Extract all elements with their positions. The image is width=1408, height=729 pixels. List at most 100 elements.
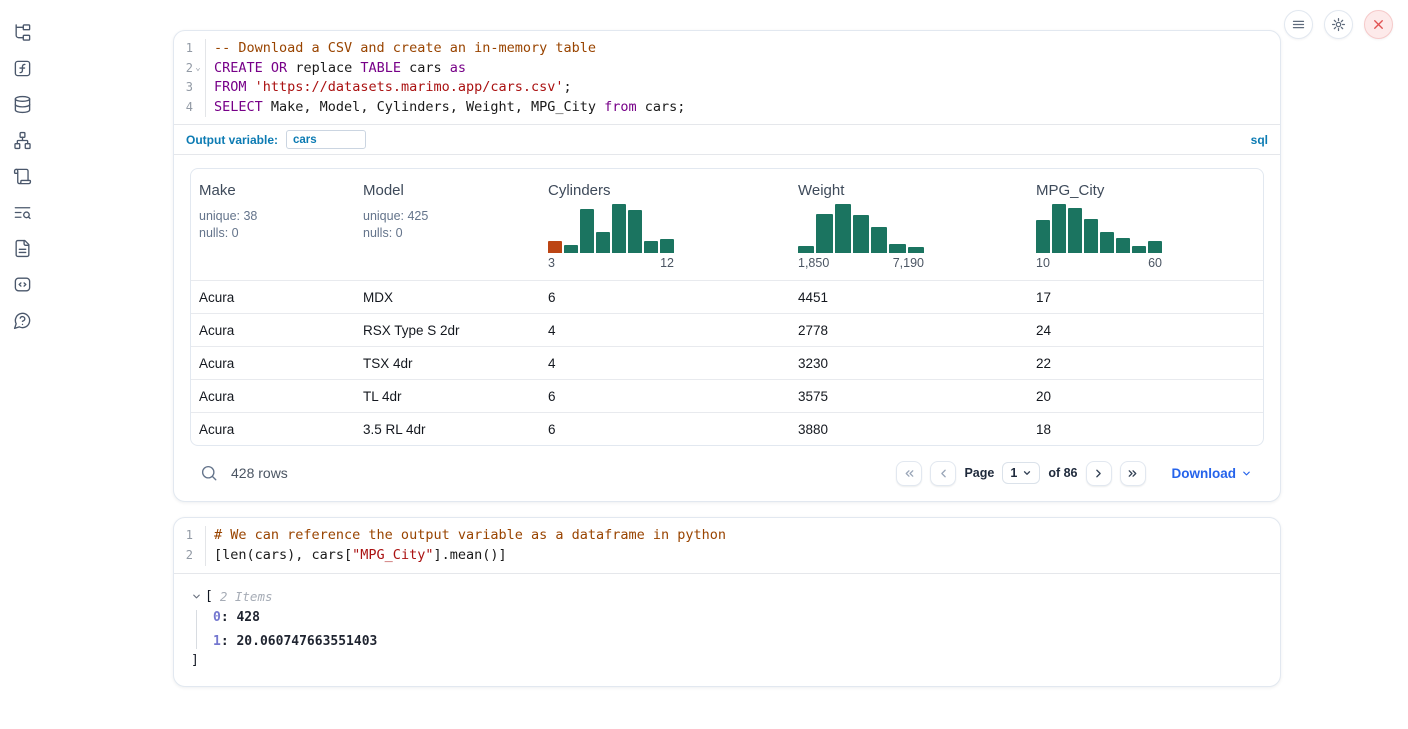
prev-page-button[interactable]	[930, 461, 956, 486]
table-cell: Acura	[191, 422, 355, 437]
collapse-chevron-icon[interactable]	[191, 591, 202, 602]
table-cell: Acura	[191, 323, 355, 338]
page-select-value: 1	[1010, 466, 1017, 480]
histogram-bar	[835, 204, 851, 253]
histogram-bar	[853, 215, 869, 253]
shutdown-button[interactable]	[1364, 10, 1393, 39]
table-cell: 2778	[790, 323, 1028, 338]
sidebar	[0, 0, 44, 729]
first-page-button[interactable]	[896, 461, 922, 486]
output-list-item: 0: 428	[213, 610, 1264, 625]
fold-chevron-icon[interactable]: ⌄	[193, 59, 203, 79]
table-cell: Acura	[191, 356, 355, 371]
column-stats: unique: 38nulls: 0	[199, 208, 347, 241]
histogram-bar	[1084, 219, 1098, 253]
histogram-bar	[580, 209, 594, 253]
table-body: AcuraMDX6445117AcuraRSX Type S 2dr427782…	[191, 280, 1263, 445]
table-cell: 4	[540, 323, 790, 338]
item-value: 20.060747663551403	[236, 634, 377, 649]
file-tree-icon[interactable]	[13, 23, 32, 42]
column-name: Weight	[798, 182, 1020, 199]
histogram-bar	[1100, 232, 1114, 253]
page-label: Page	[964, 466, 994, 480]
close-bracket: ]	[191, 653, 1264, 668]
functions-icon[interactable]	[13, 59, 32, 78]
download-label: Download	[1172, 466, 1237, 481]
code-text: SELECT Make, Model, Cylinders, Weight, M…	[206, 98, 685, 118]
pagination: Page 1 of 86 Download	[896, 461, 1260, 486]
table-cell: 24	[1028, 323, 1263, 338]
column-name: Model	[363, 182, 532, 199]
python-output-area: [ 2 Items 0: 4281: 20.060747663551403 ]	[174, 574, 1280, 686]
histogram-bar	[1052, 204, 1066, 253]
items-count-label: 2 Items	[220, 589, 273, 604]
table-header-row: Makeunique: 38nulls: 0Modelunique: 425nu…	[191, 169, 1263, 280]
download-button[interactable]: Download	[1172, 466, 1253, 481]
python-code-editor[interactable]: 1# We can reference the output variable …	[174, 518, 1280, 572]
table-row: AcuraTL 4dr6357520	[191, 379, 1263, 412]
close-icon	[1371, 17, 1386, 32]
scratchpad-icon[interactable]	[13, 167, 32, 186]
line-number-gutter: 1	[174, 39, 206, 59]
chevron-down-icon	[1241, 468, 1252, 479]
sql-code-editor[interactable]: 1-- Download a CSV and create an in-memo…	[174, 31, 1280, 124]
line-number: 4	[186, 98, 193, 118]
table-cell: 6	[540, 422, 790, 437]
last-page-button[interactable]	[1120, 461, 1146, 486]
table-cell: RSX Type S 2dr	[355, 323, 540, 338]
table-row: Acura3.5 RL 4dr6388018	[191, 412, 1263, 445]
python-cell: 1# We can reference the output variable …	[173, 517, 1281, 686]
help-icon[interactable]	[13, 311, 32, 330]
column-header-make[interactable]: Makeunique: 38nulls: 0	[191, 169, 355, 280]
item-index: 0	[213, 610, 221, 625]
snippets-icon[interactable]	[13, 275, 32, 294]
search-icon[interactable]	[200, 464, 218, 482]
histogram-axis-labels: 1060	[1036, 256, 1162, 270]
database-icon[interactable]	[13, 95, 32, 114]
documentation-icon[interactable]	[13, 239, 32, 258]
table-cell: 18	[1028, 422, 1263, 437]
table-cell: 6	[540, 290, 790, 305]
histogram-bar	[889, 244, 905, 253]
table-cell: TSX 4dr	[355, 356, 540, 371]
menu-button[interactable]	[1284, 10, 1313, 39]
column-header-model[interactable]: Modelunique: 425nulls: 0	[355, 169, 540, 280]
output-tree-header: [ 2 Items	[191, 589, 1264, 604]
table-footer: 428 rows Page 1 of 86	[190, 455, 1264, 491]
item-value: 428	[236, 610, 259, 625]
line-number-gutter: 3	[174, 78, 206, 98]
table-cell: 3575	[790, 389, 1028, 404]
histogram-max-label: 7,190	[893, 256, 924, 270]
column-header-weight[interactable]: Weight 1,850 7,190	[790, 169, 1028, 280]
histogram-bar	[1132, 246, 1146, 253]
code-line: 1-- Download a CSV and create an in-memo…	[174, 39, 1280, 59]
line-number-gutter: 2	[174, 546, 206, 566]
page-select[interactable]: 1	[1002, 462, 1040, 484]
column-header-cylinders[interactable]: Cylinders312	[540, 169, 790, 280]
settings-button[interactable]	[1324, 10, 1353, 39]
histogram-min-label: 1,850	[798, 256, 829, 270]
menu-icon	[1291, 17, 1306, 32]
histogram-max-label: 60	[1148, 256, 1162, 270]
line-number: 3	[186, 78, 193, 98]
line-number-gutter: 1	[174, 526, 206, 546]
column-header-mpg_city[interactable]: MPG_City 1060	[1028, 169, 1263, 280]
next-page-button[interactable]	[1086, 461, 1112, 486]
logs-icon[interactable]	[13, 203, 32, 222]
code-line: 2[len(cars), cars["MPG_City"].mean()]	[174, 546, 1280, 566]
column-name: MPG_City	[1036, 182, 1255, 199]
table-cell: 20	[1028, 389, 1263, 404]
chevrons-right-icon	[1126, 467, 1139, 480]
line-number: 1	[186, 526, 193, 546]
dependency-graph-icon[interactable]	[13, 131, 32, 150]
page-total-label: of 86	[1048, 466, 1077, 480]
table-cell: 6	[540, 389, 790, 404]
table-cell: Acura	[191, 389, 355, 404]
output-variable-input[interactable]	[286, 130, 366, 149]
line-number: 2	[186, 59, 193, 79]
column-histogram: 1060	[1036, 203, 1162, 270]
table-row: AcuraRSX Type S 2dr4277824	[191, 313, 1263, 346]
table-row: AcuraTSX 4dr4323022	[191, 346, 1263, 379]
histogram-bar	[644, 241, 658, 253]
chevron-down-icon	[1022, 468, 1032, 478]
